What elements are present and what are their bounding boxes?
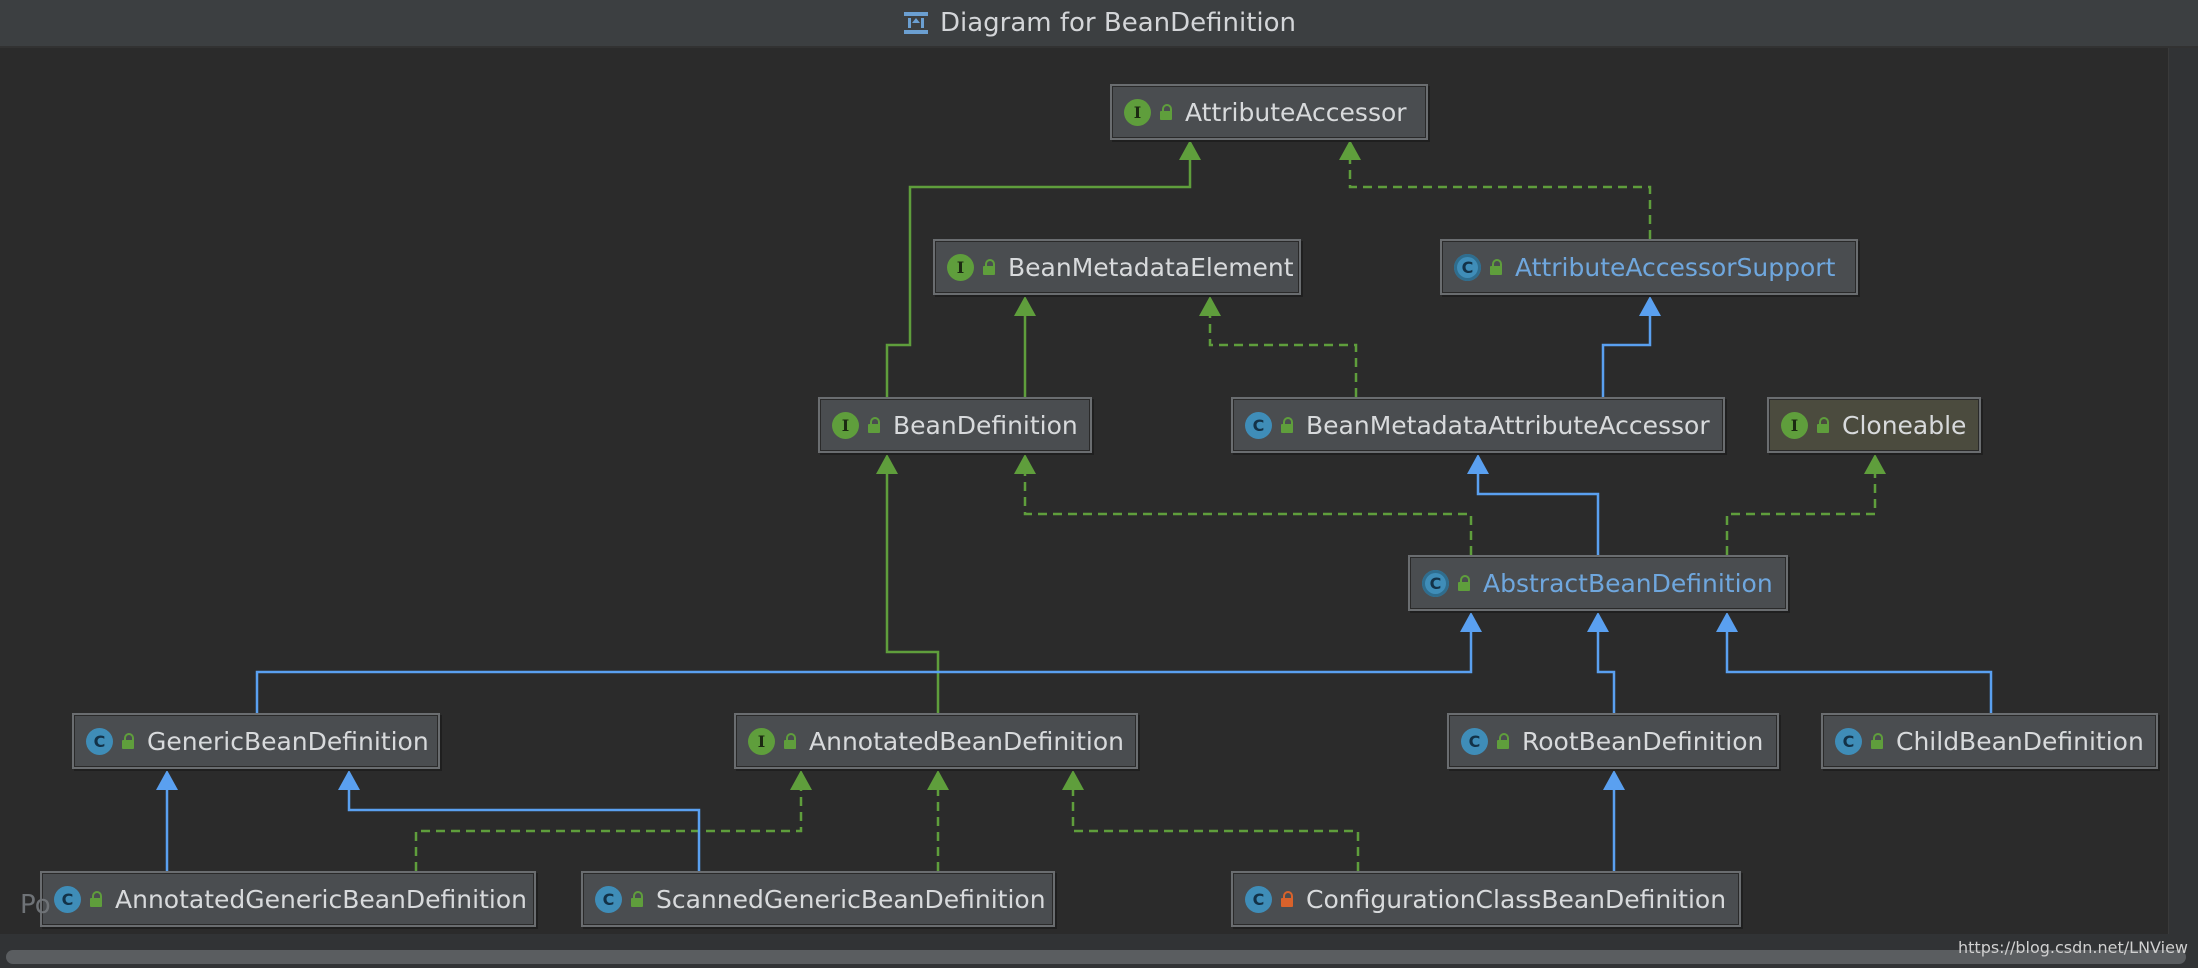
private-lock-icon xyxy=(1280,891,1294,907)
node-annotated-bean-definition[interactable]: I AnnotatedBeanDefinition xyxy=(734,713,1138,769)
interface-icon: I xyxy=(947,253,974,281)
class-icon: C xyxy=(1835,727,1862,755)
node-root-bean-definition[interactable]: C RootBeanDefinition xyxy=(1447,713,1779,769)
class-icon: C xyxy=(86,727,113,755)
arrowhead xyxy=(1014,296,1036,316)
node-label: ChildBeanDefinition xyxy=(1896,726,2144,756)
arrowhead xyxy=(876,454,898,474)
edge-implements xyxy=(1208,316,1358,397)
arrowhead xyxy=(790,770,812,790)
arrowhead xyxy=(1639,296,1661,316)
node-label: AnnotatedGenericBeanDefinition xyxy=(115,884,527,914)
diagram-edges xyxy=(156,140,1993,871)
interface-icon: I xyxy=(1781,411,1808,439)
horizontal-scroll-thumb[interactable] xyxy=(6,950,2186,964)
edge-extends-class xyxy=(1476,474,1600,555)
class-icon: C xyxy=(1245,885,1272,913)
public-lock-icon xyxy=(783,733,797,749)
node-attribute-accessor-support[interactable]: C AttributeAccessorSupport xyxy=(1440,239,1858,295)
node-label: GenericBeanDefinition xyxy=(147,726,429,756)
edge-extends-class xyxy=(255,632,1473,713)
public-lock-icon xyxy=(1489,259,1503,275)
arrowhead xyxy=(1062,770,1084,790)
class-icon: C xyxy=(54,885,81,913)
node-label: AnnotatedBeanDefinition xyxy=(809,726,1125,756)
edge-extends-class xyxy=(1596,632,1616,713)
abstract-class-icon: C xyxy=(1454,253,1481,281)
node-label: RootBeanDefinition xyxy=(1522,726,1764,756)
public-lock-icon xyxy=(630,891,644,907)
arrowhead xyxy=(1603,770,1625,790)
public-lock-icon xyxy=(1159,104,1173,120)
public-lock-icon xyxy=(89,891,103,907)
node-label: ConfigurationClassBeanDefinition xyxy=(1306,884,1727,914)
edge-implements xyxy=(1071,790,1360,871)
public-lock-icon xyxy=(867,417,881,433)
arrowhead xyxy=(338,770,360,790)
public-lock-icon xyxy=(121,733,135,749)
node-bean-metadata-attribute-accessor[interactable]: C BeanMetadataAttributeAccessor xyxy=(1231,397,1725,453)
arrowhead xyxy=(1864,454,1886,474)
partial-label: Po xyxy=(20,890,51,920)
class-icon: C xyxy=(595,885,622,913)
horizontal-scrollbar[interactable] xyxy=(0,934,2198,968)
node-attribute-accessor[interactable]: I AttributeAccessor xyxy=(1110,84,1428,140)
interface-icon: I xyxy=(1124,98,1151,126)
edge-implements xyxy=(414,790,803,871)
watermark: https://blog.csdn.net/LNView xyxy=(1958,938,2188,957)
class-icon: C xyxy=(1461,727,1488,755)
arrowhead xyxy=(1587,612,1609,632)
edge-extends-interface xyxy=(885,474,940,713)
edge-implements xyxy=(1348,160,1652,239)
node-bean-metadata-element[interactable]: I BeanMetadataElement xyxy=(933,239,1301,295)
interface-icon: I xyxy=(832,411,859,439)
arrowhead xyxy=(1179,140,1201,160)
node-cloneable[interactable]: I Cloneable xyxy=(1767,397,1981,453)
node-configuration-class-bean-definition[interactable]: C ConfigurationClassBeanDefinition xyxy=(1231,871,1741,927)
edge-extends-class xyxy=(1725,632,1993,713)
vertical-scrollbar[interactable] xyxy=(2168,48,2198,934)
edge-extends-class xyxy=(1601,316,1652,397)
arrowhead xyxy=(1460,612,1482,632)
edge-implements xyxy=(1023,474,1473,555)
public-lock-icon xyxy=(1870,733,1884,749)
arrowhead xyxy=(1014,454,1036,474)
node-label: AbstractBeanDefinition xyxy=(1483,568,1773,598)
arrowhead xyxy=(1199,296,1221,316)
node-generic-bean-definition[interactable]: C GenericBeanDefinition xyxy=(72,713,440,769)
public-lock-icon xyxy=(1496,733,1510,749)
public-lock-icon xyxy=(1280,417,1294,433)
node-scanned-generic-bean-definition[interactable]: C ScannedGenericBeanDefinition xyxy=(581,871,1055,927)
node-label: BeanMetadataElement xyxy=(1008,252,1294,282)
node-label: ScannedGenericBeanDefinition xyxy=(656,884,1046,914)
node-child-bean-definition[interactable]: C ChildBeanDefinition xyxy=(1821,713,2158,769)
node-annotated-generic-bean-definition[interactable]: C AnnotatedGenericBeanDefinition xyxy=(40,871,536,927)
node-label: BeanMetadataAttributeAccessor xyxy=(1306,410,1710,440)
node-abstract-bean-definition[interactable]: C AbstractBeanDefinition xyxy=(1408,555,1788,611)
public-lock-icon xyxy=(982,259,996,275)
node-label: BeanDefinition xyxy=(893,410,1078,440)
arrowhead xyxy=(927,770,949,790)
arrowhead xyxy=(156,770,178,790)
node-label: AttributeAccessorSupport xyxy=(1515,252,1836,282)
public-lock-icon xyxy=(1457,575,1471,591)
edge-implements xyxy=(1725,474,1877,555)
public-lock-icon xyxy=(1816,417,1830,433)
arrowhead xyxy=(1716,612,1738,632)
arrowhead xyxy=(1467,454,1489,474)
node-label: Cloneable xyxy=(1842,410,1967,440)
interface-icon: I xyxy=(748,727,775,755)
abstract-class-icon: C xyxy=(1422,569,1449,597)
node-label: AttributeAccessor xyxy=(1185,97,1407,127)
arrowhead xyxy=(1339,140,1361,160)
node-bean-definition[interactable]: I BeanDefinition xyxy=(818,397,1092,453)
class-icon: C xyxy=(1245,411,1272,439)
